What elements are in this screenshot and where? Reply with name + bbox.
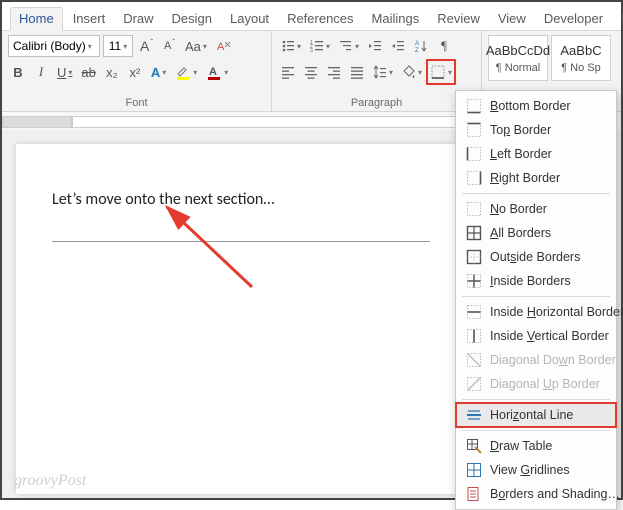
tab-layout[interactable]: Layout (222, 8, 277, 30)
line-spacing-button[interactable] (370, 61, 396, 83)
menu-item-outside[interactable]: Outside Borders (456, 245, 616, 269)
font-name-combo[interactable]: Calibri (Body) (8, 35, 100, 57)
align-center-button[interactable] (301, 61, 321, 83)
increase-indent-button[interactable] (388, 35, 408, 57)
multilevel-list-button[interactable] (336, 35, 362, 57)
sort-button[interactable]: AZ (411, 35, 431, 57)
align-right-button[interactable] (324, 61, 344, 83)
text-effects-button[interactable]: A (148, 61, 169, 83)
menu-item-left[interactable]: Left Border (456, 142, 616, 166)
menu-separator (462, 296, 610, 297)
font-color-button[interactable]: A (203, 61, 231, 83)
borders-dropdown-menu: Bottom BorderTop BorderLeft BorderRight … (455, 90, 617, 510)
bold-button[interactable]: B (8, 61, 28, 83)
shrink-font-button[interactable]: Aˇ (159, 35, 179, 57)
style-normal[interactable]: AaBbCcDd¶ Normal (488, 35, 548, 81)
font-group-label: Font (8, 95, 265, 109)
tab-design[interactable]: Design (164, 8, 220, 30)
strikethrough-button[interactable]: ab (78, 61, 98, 83)
horizontal-line-in-doc (52, 241, 430, 242)
ribbon-tabs: HomeInsertDrawDesignLayoutReferencesMail… (2, 2, 621, 30)
underline-button[interactable]: U (54, 61, 75, 83)
tab-view[interactable]: View (490, 8, 534, 30)
tab-mailings[interactable]: Mailings (364, 8, 428, 30)
clear-formatting-button[interactable]: A (213, 35, 235, 57)
tab-review[interactable]: Review (429, 8, 488, 30)
change-case-button[interactable]: Aa (182, 35, 210, 57)
menu-item-dialog[interactable]: Borders and Shading… (456, 482, 616, 506)
tab-help[interactable]: Help (613, 8, 623, 30)
menu-item-all[interactable]: All Borders (456, 221, 616, 245)
paragraph-group: 123 AZ ¶ ▾ Paragraph (272, 31, 482, 111)
svg-text:Z: Z (415, 48, 419, 53)
menu-item-top[interactable]: Top Border (456, 118, 616, 142)
menu-separator (462, 399, 610, 400)
subscript-button[interactable]: x₂ (102, 61, 122, 83)
align-left-button[interactable] (278, 61, 298, 83)
tab-developer[interactable]: Developer (536, 8, 611, 30)
menu-item-bottom[interactable]: Bottom Border (456, 94, 616, 118)
menu-item-hline[interactable]: Horizontal Line (456, 403, 616, 427)
decrease-indent-button[interactable] (365, 35, 385, 57)
numbering-button[interactable]: 123 (307, 35, 333, 57)
svg-text:A: A (209, 66, 217, 78)
tab-insert[interactable]: Insert (65, 8, 114, 30)
watermark: groovyPost (14, 472, 86, 490)
font-size-combo[interactable]: 11 (103, 35, 133, 57)
document-text[interactable]: Let’s move onto the next section… (52, 190, 430, 209)
tab-draw[interactable]: Draw (115, 8, 161, 30)
italic-button[interactable]: I (31, 61, 51, 83)
menu-item-inside-v[interactable]: Inside Vertical Border (456, 324, 616, 348)
svg-text:3: 3 (310, 48, 313, 53)
menu-item-right[interactable]: Right Border (456, 166, 616, 190)
svg-text:A: A (415, 41, 419, 47)
menu-item-diag-down: Diagonal Down Border (456, 348, 616, 372)
borders-split-button[interactable]: ▾ (428, 61, 454, 83)
menu-item-inside-h[interactable]: Inside Horizontal Border (456, 300, 616, 324)
show-hide-pilcrow-button[interactable]: ¶ (434, 35, 454, 57)
svg-text:A: A (217, 41, 225, 53)
highlight-color-button[interactable] (172, 61, 200, 83)
paragraph-group-label: Paragraph (278, 95, 475, 109)
bullets-button[interactable] (278, 35, 304, 57)
menu-item-draw[interactable]: Draw Table (456, 434, 616, 458)
menu-item-none[interactable]: No Border (456, 197, 616, 221)
style-nosp[interactable]: AaBbC¶ No Sp (551, 35, 611, 81)
document-page[interactable]: Let’s move onto the next section… (16, 144, 466, 494)
grow-font-button[interactable]: Aˆ (136, 35, 156, 57)
menu-item-gridlines[interactable]: View Gridlines (456, 458, 616, 482)
menu-separator (462, 430, 610, 431)
menu-separator (462, 193, 610, 194)
superscript-button[interactable]: x² (125, 61, 145, 83)
font-group: Calibri (Body) 11 Aˆ Aˇ Aa A B I U ab x₂… (2, 31, 272, 111)
tab-references[interactable]: References (279, 8, 361, 30)
tab-home[interactable]: Home (10, 7, 63, 31)
menu-item-diag-up: Diagonal Up Border (456, 372, 616, 396)
menu-item-inside[interactable]: Inside Borders (456, 269, 616, 293)
shading-button[interactable] (399, 61, 425, 83)
justify-button[interactable] (347, 61, 367, 83)
